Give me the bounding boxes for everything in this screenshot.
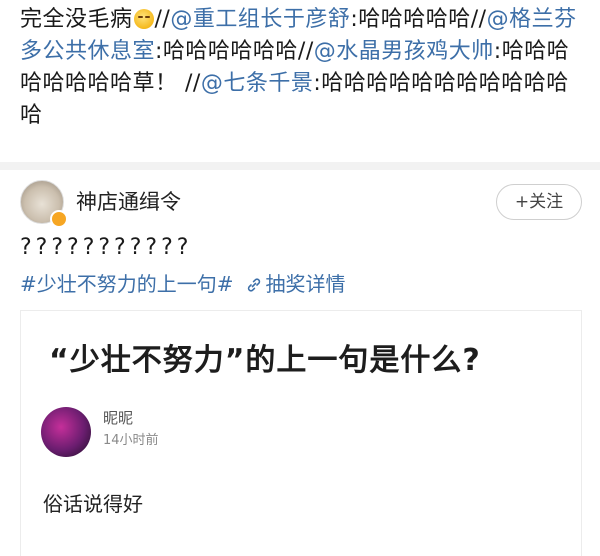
section-divider <box>0 162 600 170</box>
repost-text-segment: :哈哈哈哈哈哈// <box>155 39 314 64</box>
hashtag-link[interactable]: #少壮不努力的上一句# <box>20 272 234 296</box>
mention-link[interactable]: @七条千景 <box>201 71 314 96</box>
embedded-question-card[interactable]: “少壮不努力”的上一句是什么? 昵昵 14小时前 俗话说得好 <box>20 310 582 556</box>
answer-username[interactable]: 昵昵 <box>103 407 133 429</box>
post-tags: #少壮不努力的上一句# 抽奖详情 <box>20 268 346 300</box>
lottery-label: 抽奖详情 <box>265 272 346 296</box>
lottery-link[interactable]: 抽奖详情 <box>246 272 346 296</box>
verified-badge-icon <box>50 210 68 228</box>
link-icon <box>247 278 260 292</box>
post-header: 神店通缉令 +关注 <box>20 180 586 228</box>
grinning-sweat-emoji-icon <box>133 9 154 29</box>
repost-prefix: 完全没毛病 <box>20 7 133 32</box>
mention-link[interactable]: @重工组长于彦舒 <box>170 7 350 32</box>
repost-text: 完全没毛病//@重工组长于彦舒:哈哈哈哈哈//@格兰芬多公共休息室:哈哈哈哈哈哈… <box>20 4 586 132</box>
post-text: ??????????? <box>20 235 193 260</box>
repost-sep: // <box>154 7 171 32</box>
question-title: “少壮不努力”的上一句是什么? <box>49 343 481 378</box>
post-username[interactable]: 神店通缉令 <box>76 188 181 216</box>
follow-button[interactable]: +关注 <box>496 184 582 220</box>
mention-link[interactable]: @水晶男孩鸡大帅 <box>314 39 494 64</box>
avatar[interactable] <box>41 407 91 457</box>
repost-text-segment: :哈哈哈哈哈// <box>350 7 487 32</box>
answer-text: 俗话说得好 <box>43 492 143 516</box>
answer-timestamp: 14小时前 <box>103 433 159 448</box>
